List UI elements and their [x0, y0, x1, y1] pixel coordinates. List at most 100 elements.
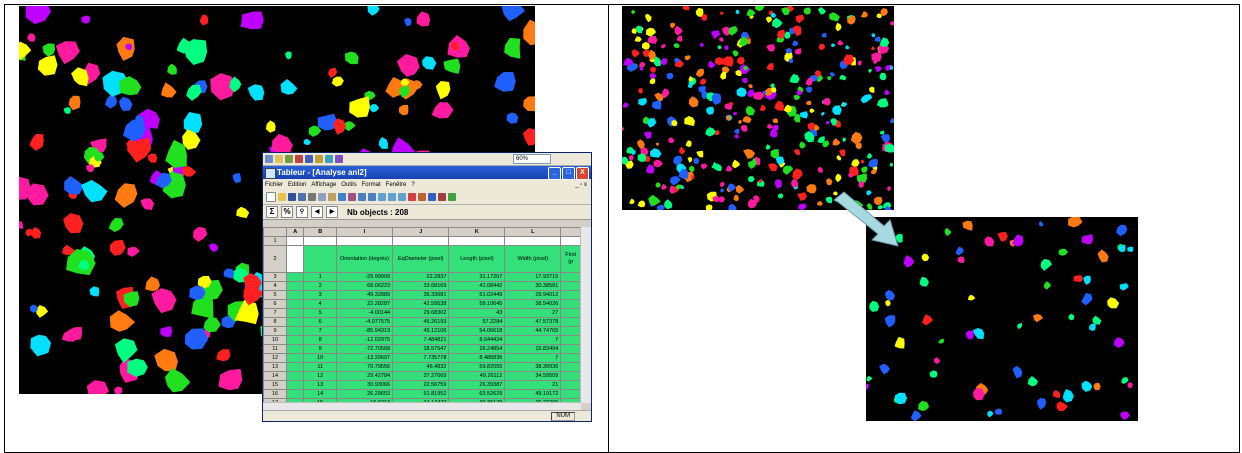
cell[interactable] — [560, 326, 581, 336]
link-icon[interactable] — [338, 193, 346, 201]
cell[interactable] — [286, 353, 305, 363]
undo-icon[interactable] — [358, 193, 366, 201]
cell-width[interactable]: 7 — [504, 353, 562, 363]
cell-index[interactable]: 2 — [303, 281, 337, 291]
toolbar-icon[interactable] — [275, 155, 283, 163]
cell-index[interactable]: 8 — [303, 335, 337, 345]
cell-length[interactable]: 54.06618 — [448, 326, 506, 336]
cell-eqdiameter[interactable]: 37.27069 — [392, 371, 450, 381]
cell[interactable] — [560, 371, 581, 381]
cell[interactable] — [560, 380, 581, 390]
cell-orientation[interactable]: 29.42784 — [335, 371, 394, 381]
cell[interactable] — [286, 371, 305, 381]
cell-eqdiameter[interactable]: 42.59538 — [392, 299, 450, 309]
cell-length[interactable]: 59.10645 — [448, 299, 506, 309]
cell[interactable] — [560, 308, 581, 318]
minimize-button[interactable]: _ — [548, 167, 561, 180]
row-header[interactable]: 2 — [263, 245, 288, 273]
cell-index[interactable]: 7 — [303, 326, 337, 336]
cell[interactable] — [286, 317, 305, 327]
cell-width[interactable]: 17.93715 — [504, 272, 562, 282]
row-header[interactable]: 11 — [263, 344, 288, 354]
cell-eqdiameter[interactable]: 7.484821 — [392, 335, 450, 345]
menu-item-outils[interactable]: Outils — [341, 182, 356, 188]
cell-length[interactable]: 8.486836 — [448, 353, 506, 363]
cell-eqdiameter[interactable]: 18.57547 — [392, 344, 450, 354]
cell[interactable] — [286, 389, 305, 399]
cell-length[interactable]: 31.17207 — [448, 272, 506, 282]
cell-length[interactable]: 43 — [448, 308, 506, 318]
mdi-controls[interactable]: _ ▫ x — [575, 182, 591, 188]
column-header-l[interactable]: L — [504, 227, 562, 237]
cell-index[interactable]: 3 — [303, 290, 337, 300]
cell-length[interactable]: 26.39387 — [448, 380, 506, 390]
prev-icon[interactable]: ◀ — [311, 206, 323, 218]
cell-length[interactable]: 8.644424 — [448, 335, 506, 345]
toolbar-icon[interactable] — [325, 155, 333, 163]
cell[interactable] — [286, 308, 305, 318]
cell-orientation[interactable]: 68.06223 — [335, 281, 394, 291]
cell[interactable] — [560, 353, 581, 363]
cell[interactable] — [560, 236, 581, 246]
toolbar-icon[interactable] — [265, 155, 273, 163]
cell-width[interactable]: 21 — [504, 380, 562, 390]
chart-icon[interactable] — [428, 193, 436, 201]
column-header-m[interactable] — [560, 227, 581, 237]
cell-index[interactable]: 10 — [303, 353, 337, 363]
cell[interactable] — [560, 290, 581, 300]
zoom-in-icon[interactable] — [378, 193, 386, 201]
row-header[interactable]: 8 — [263, 317, 288, 327]
help-icon[interactable] — [348, 193, 356, 201]
cut-icon[interactable] — [308, 193, 316, 201]
header-orientation[interactable]: Orientation (degrés) — [335, 245, 394, 273]
paste-icon[interactable] — [328, 193, 336, 201]
column-header-a[interactable]: A — [286, 227, 305, 237]
cell-width[interactable]: 15.83494 — [504, 344, 562, 354]
cell[interactable] — [286, 344, 305, 354]
cell-eqdiameter[interactable]: 29.68302 — [392, 308, 450, 318]
cell-width[interactable]: 38.54026 — [504, 299, 562, 309]
row-header[interactable]: 14 — [263, 371, 288, 381]
cell-length[interactable]: 63.52629 — [448, 389, 506, 399]
row-header[interactable]: 1 — [263, 236, 288, 246]
cell[interactable] — [286, 236, 305, 246]
cell-eqdiameter[interactable]: 46.4832 — [392, 362, 450, 372]
cell-index[interactable]: 9 — [303, 344, 337, 354]
cell-eqdiameter[interactable]: 45.26193 — [392, 317, 450, 327]
toolbar-icon[interactable] — [335, 155, 343, 163]
new-icon[interactable] — [266, 192, 276, 202]
redo-icon[interactable] — [368, 193, 376, 201]
menu-item-fenetre[interactable]: Fenêtre — [386, 182, 407, 188]
header-first[interactable]: First (p — [560, 245, 581, 273]
menu-item-edition[interactable]: Edition — [288, 182, 306, 188]
cell-index[interactable]: 6 — [303, 317, 337, 327]
cell[interactable] — [286, 272, 305, 282]
cell-width[interactable]: 38.39936 — [504, 362, 562, 372]
save-icon[interactable] — [288, 193, 296, 201]
cell-width[interactable]: 7 — [504, 335, 562, 345]
toolbar-icon[interactable] — [315, 155, 323, 163]
toolbar-icon[interactable] — [295, 155, 303, 163]
row-header[interactable]: 15 — [263, 380, 288, 390]
percent-button[interactable]: % — [281, 206, 293, 218]
row-header[interactable]: 4 — [263, 281, 288, 291]
spreadsheet-grid[interactable]: A B I J K L 1 2 Orientation (degrés) EqD… — [263, 227, 581, 403]
cell-length[interactable]: 51.02449 — [448, 290, 506, 300]
column-header-j[interactable]: J — [392, 227, 450, 237]
zoom-icon[interactable] — [398, 193, 406, 201]
window-titlebar[interactable]: Tableur - [Analyse anl2] _ □ X — [263, 166, 591, 180]
cell-index[interactable]: 13 — [303, 380, 337, 390]
cell-orientation[interactable]: -4.077575 — [335, 317, 394, 327]
cell[interactable] — [286, 380, 305, 390]
cell-length[interactable]: 41.08442 — [448, 281, 506, 291]
cell-orientation[interactable]: 22.28287 — [335, 299, 394, 309]
row-header[interactable]: 6 — [263, 299, 288, 309]
menu-item-affichage[interactable]: Affichage — [311, 182, 336, 188]
cell[interactable] — [286, 335, 305, 345]
cell[interactable] — [303, 236, 337, 246]
cell-orientation[interactable]: -4.00144 — [335, 308, 394, 318]
sum-button[interactable]: Σ — [266, 206, 278, 218]
cell[interactable] — [560, 362, 581, 372]
zoom-out-icon[interactable] — [388, 193, 396, 201]
header-length[interactable]: Length (pixel) — [448, 245, 506, 273]
